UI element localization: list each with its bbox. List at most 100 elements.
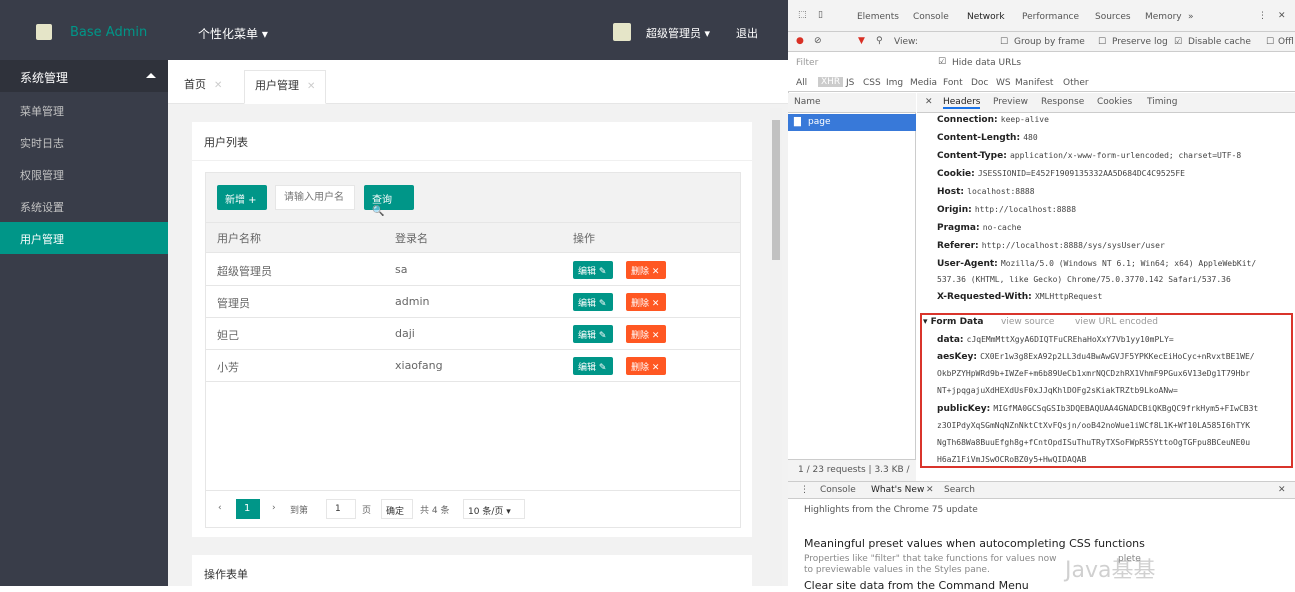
offline-checkbox[interactable]: ☐ [1266,37,1274,47]
preserve-log-checkbox[interactable]: ☐ [1098,37,1106,47]
filter-icon[interactable]: ▼ [858,36,865,46]
delete-button[interactable]: 删除 ✕ [626,293,666,311]
delete-button[interactable]: 删除 ✕ [626,357,666,375]
filter-input[interactable]: Filter [796,58,818,68]
sidebar-item-users[interactable]: 用户管理 [0,222,168,254]
type-other[interactable]: Other [1063,78,1089,88]
close-icon[interactable]: ✕ [925,97,933,107]
close-icon[interactable]: ✕ [307,81,315,92]
tab-sources[interactable]: Sources [1095,12,1131,22]
chevron-left-icon[interactable]: ‹ [218,503,222,513]
form-line: NgTh68Wa8BuuEfgh8g+fCntOpdISuThuTRyTXSoF… [937,438,1251,447]
search-button[interactable]: 查询 🔍 [364,185,414,217]
edit-button[interactable]: 编辑 ✎ [573,357,613,375]
cell-login: xiaofang [395,359,443,372]
sidebar-item-menu[interactable]: 菜单管理 [0,94,168,126]
add-user-button[interactable]: 新增 + [217,185,267,210]
tab-cookies[interactable]: Cookies [1097,97,1132,107]
delete-button[interactable]: 删除 ✕ [626,325,666,343]
drawer-tab-search[interactable]: Search [944,485,975,495]
group-by-frame-checkbox[interactable]: ☐ [1000,37,1008,47]
tab-console[interactable]: Console [913,12,949,22]
logout-link[interactable]: 退出 [736,25,758,41]
header-line: Cookie: JSESSIONID=E452F1909135332AA5D68… [937,169,1185,179]
record-icon[interactable]: ● [796,36,804,46]
personal-menu[interactable]: 个性化菜单 ▾ [198,25,268,42]
more-tabs-icon[interactable]: » [1188,12,1194,22]
chevron-right-icon[interactable]: › [272,503,276,513]
sidebar: 系统管理 菜单管理 实时日志 权限管理 系统设置 用户管理 [0,60,168,586]
close-icon[interactable]: ✕ [214,80,222,91]
view-source-link[interactable]: view source [1001,317,1054,327]
page-input[interactable]: 1 [326,499,356,519]
hide-data-urls-checkbox[interactable]: ☑ [938,57,946,67]
edit-button[interactable]: 编辑 ✎ [573,325,613,343]
type-media[interactable]: Media [910,78,937,88]
drawer-tabbar: ⋮ Console What's New ✕ Search ✕ [788,481,1295,499]
delete-button[interactable]: 删除 ✕ [626,261,666,279]
request-row[interactable]: ▇ page [788,114,916,131]
drawer-tab-whats-new[interactable]: What's New [871,485,924,495]
sidebar-item-permission[interactable]: 权限管理 [0,158,168,190]
cell-name: 管理员 [217,297,250,310]
table-header [206,223,740,253]
tab-preview[interactable]: Preview [993,97,1028,107]
page-size-select[interactable]: 10 条/页 ▾ [463,499,525,519]
name-column-header[interactable]: Name [788,93,916,113]
tab-performance[interactable]: Performance [1022,12,1079,22]
disable-cache-label: Disable cache [1188,37,1251,47]
form-line: aesKey: CX0Er1w3g8ExA92p2LL3du4BwAwGVJF5… [937,352,1255,362]
search-input[interactable] [275,185,355,210]
form-data-title[interactable]: ▾ Form Data [923,317,984,327]
tab-network[interactable]: Network [967,12,1005,22]
page-current[interactable]: 1 [236,499,260,519]
type-font[interactable]: Font [943,78,963,88]
page-suffix: 页 [362,506,372,516]
type-xhr[interactable]: XHR [818,77,844,87]
disable-cache-checkbox[interactable]: ☑ [1174,37,1182,47]
tab-headers[interactable]: Headers [943,97,981,109]
type-manifest[interactable]: Manifest [1015,78,1053,88]
sidebar-group-system[interactable]: 系统管理 [0,60,168,92]
tab-home[interactable]: 首页 ✕ [174,70,232,104]
user-menu[interactable]: 超级管理员 ▾ [646,25,710,41]
request-list [788,93,916,459]
sidebar-item-label: 权限管理 [20,169,64,182]
search-icon[interactable]: ⚲ [876,36,883,46]
kebab-menu-icon[interactable]: ⋮ [800,485,809,495]
drawer-tab-console[interactable]: Console [820,485,856,495]
tab-memory[interactable]: Memory [1145,12,1182,22]
edit-button[interactable]: 编辑 ✎ [573,293,613,311]
goto-button[interactable]: 确定 [381,499,413,519]
scrollbar-thumb[interactable] [772,120,780,260]
form-card [192,555,752,586]
type-js[interactable]: JS [846,78,854,88]
type-doc[interactable]: Doc [971,78,988,88]
close-icon[interactable]: ✕ [1278,485,1286,495]
tab-response[interactable]: Response [1041,97,1084,107]
close-icon[interactable]: ✕ [926,485,934,495]
view-url-encoded-link[interactable]: view URL encoded [1075,317,1158,327]
news-body: to previewable values in the Styles pane… [804,565,990,575]
clear-icon[interactable]: ⊘ [814,36,822,46]
name-header-label: Name [794,97,821,107]
type-ws[interactable]: WS [996,78,1011,88]
offline-label: Offl [1278,37,1294,47]
tab-timing[interactable]: Timing [1147,97,1177,107]
type-img[interactable]: Img [886,78,903,88]
header-line: Content-Length: 480 [937,133,1038,143]
devtools-tabbar: ⬚ ▯ Elements Console Network Performance… [788,0,1295,32]
tab-users[interactable]: 用户管理 ✕ [244,70,327,104]
tab-elements[interactable]: Elements [857,12,899,22]
close-icon[interactable]: ✕ [1278,11,1286,21]
inspect-icon[interactable]: ⬚ [798,10,807,20]
type-css[interactable]: CSS [863,78,881,88]
news-body: Properties like "filter" that take funct… [804,554,1057,564]
edit-button[interactable]: 编辑 ✎ [573,261,613,279]
sidebar-item-log[interactable]: 实时日志 [0,126,168,158]
sidebar-item-label: 实时日志 [20,137,64,150]
kebab-menu-icon[interactable]: ⋮ [1258,11,1267,21]
device-icon[interactable]: ▯ [818,10,823,20]
sidebar-item-settings[interactable]: 系统设置 [0,190,168,222]
type-all[interactable]: All [796,78,807,88]
